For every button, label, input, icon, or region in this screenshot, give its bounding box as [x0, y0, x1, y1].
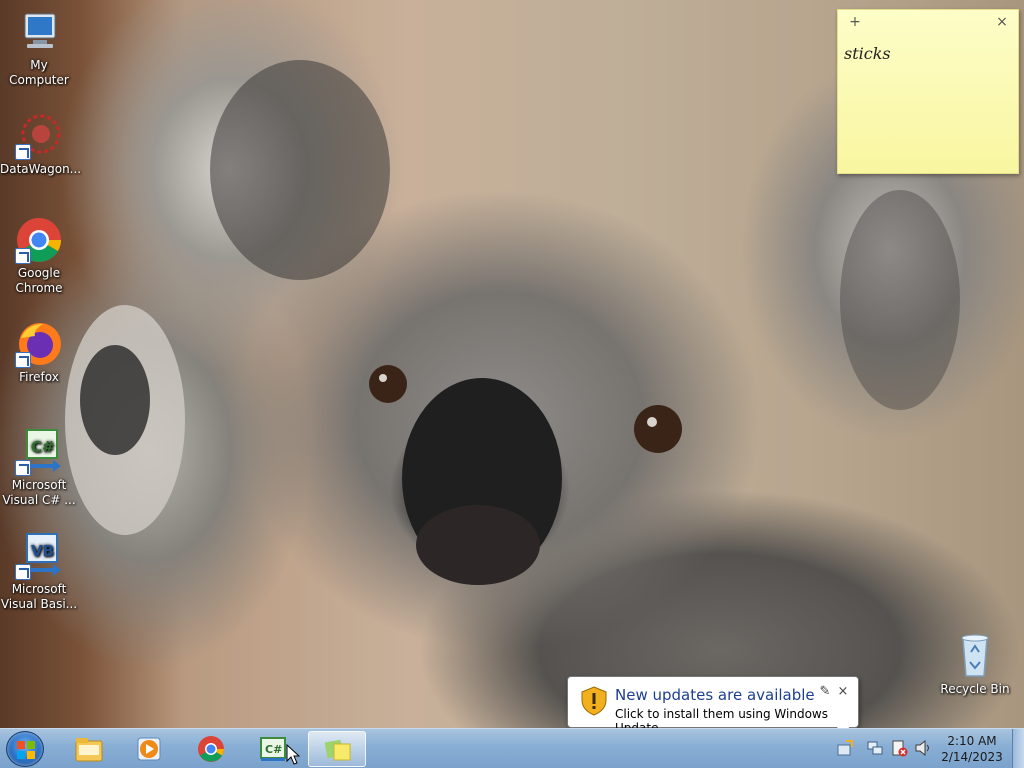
close-notification-button[interactable]: × [836, 685, 850, 699]
volume-icon[interactable] [914, 739, 932, 757]
shortcut-arrow-icon [15, 352, 31, 368]
add-note-button[interactable]: + [847, 14, 863, 30]
sticky-note-text[interactable]: sticks [838, 36, 1018, 71]
sticky-notes-icon [324, 739, 351, 761]
desktop-icon-google-chrome[interactable]: Google Chrome [0, 216, 78, 296]
desktop-icon-firefox[interactable]: Firefox [0, 320, 78, 385]
desktop-icon-visual-basic[interactable]: VB Microsoft Visual Basi... [0, 532, 78, 612]
windows-logo-icon [17, 741, 35, 759]
action-center-icon[interactable] [890, 739, 908, 757]
chrome-icon [15, 216, 63, 264]
sticky-note-titlebar[interactable]: + × [838, 10, 1018, 36]
mouse-cursor-icon [286, 744, 300, 765]
clock-time: 2:10 AM [947, 734, 997, 748]
notification-title: New updates are available [615, 686, 815, 704]
shortcut-arrow-icon [15, 460, 31, 476]
computer-icon [15, 8, 63, 56]
update-tray-icon[interactable] [836, 739, 854, 757]
pin-icon[interactable]: ✎ [818, 685, 832, 699]
desktop-icon-label: Microsoft Visual Basi... [0, 582, 78, 611]
taskbar-media-player-button[interactable] [120, 731, 178, 767]
desktop-icon-label: Google Chrome [15, 266, 63, 295]
media-player-icon [137, 737, 161, 761]
taskbar-sticky-notes-button[interactable] [308, 731, 366, 767]
desktop-icon-label: Recycle Bin [940, 682, 1010, 696]
svg-text:C#: C# [265, 743, 282, 756]
visual-csharp-icon: C# [15, 428, 63, 476]
svg-text:C#: C# [31, 438, 55, 456]
visual-basic-icon: VB [15, 532, 63, 580]
desktop-icon-label: My Computer [9, 58, 69, 87]
shortcut-arrow-icon [15, 564, 31, 580]
desktop-icon-label: Firefox [19, 370, 59, 384]
update-notification-balloon[interactable]: New updates are available Click to insta… [567, 676, 859, 739]
clock-date: 2/14/2023 [941, 750, 1003, 764]
desktop-icon-recycle-bin[interactable]: Recycle Bin [936, 632, 1014, 697]
explorer-icon [75, 738, 103, 762]
desktop-icon-visual-csharp[interactable]: C# Microsoft Visual C# ... [0, 428, 78, 508]
recycle-bin-icon [951, 632, 999, 680]
sticky-note[interactable]: + × sticks [837, 9, 1019, 174]
start-button[interactable] [6, 731, 44, 767]
desktop-icon-datawagon[interactable]: DataWagon... [0, 112, 82, 177]
visual-csharp-icon: C# [260, 737, 286, 761]
shortcut-arrow-icon [15, 144, 31, 160]
svg-text:VB: VB [31, 542, 54, 560]
close-note-button[interactable]: × [994, 14, 1010, 30]
firefox-icon [15, 320, 63, 368]
desktop-icon-label: DataWagon... [0, 162, 82, 176]
datawagon-icon [15, 112, 63, 160]
desktop-icon-my-computer[interactable]: My Computer [0, 8, 78, 88]
network-icon[interactable] [866, 739, 884, 757]
taskbar-explorer-button[interactable] [60, 731, 118, 767]
taskbar-chrome-button[interactable] [182, 731, 240, 767]
desktop-icon-label: Microsoft Visual C# ... [2, 478, 76, 507]
shortcut-arrow-icon [15, 248, 31, 264]
show-desktop-button[interactable] [1012, 729, 1024, 768]
shield-warning-icon [581, 686, 607, 716]
taskbar-clock[interactable]: 2:10 AM 2/14/2023 [940, 733, 1004, 765]
chrome-icon [198, 736, 224, 762]
taskbar: C# 2:10 AM 2/14/2023 [0, 728, 1024, 768]
